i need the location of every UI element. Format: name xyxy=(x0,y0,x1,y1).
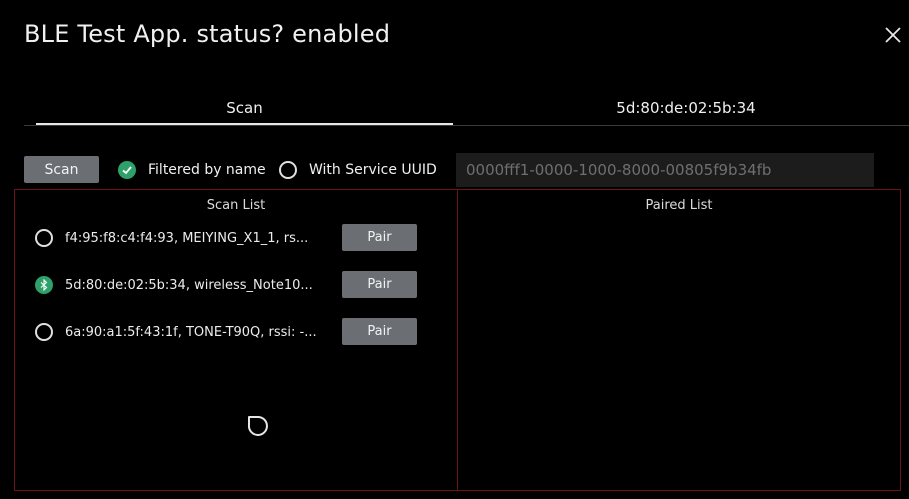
radio-empty-icon xyxy=(279,161,297,179)
tabs-divider xyxy=(24,125,909,126)
filtered-by-name-label: Filtered by name xyxy=(148,162,266,178)
check-circle-icon xyxy=(118,161,136,179)
tab-scan[interactable]: Scan xyxy=(36,99,453,117)
pair-button[interactable]: Pair xyxy=(342,271,417,298)
service-uuid-option[interactable]: With Service UUID xyxy=(279,160,437,180)
pair-button[interactable]: Pair xyxy=(342,318,417,345)
list-item[interactable]: 5d:80:de:02:5b:34, wireless_Note10... xyxy=(35,271,320,299)
paired-list-title: Paired List xyxy=(645,198,713,213)
device-label: 6a:90:a1:5f:43:1f, TONE-T90Q, rssi: -... xyxy=(65,324,317,340)
close-icon[interactable] xyxy=(884,26,902,44)
radio-empty-icon xyxy=(35,323,53,341)
service-uuid-input[interactable] xyxy=(456,153,874,187)
pair-button[interactable]: Pair xyxy=(342,224,417,251)
bluetooth-icon xyxy=(35,276,53,294)
active-tab-indicator xyxy=(36,123,453,125)
radio-empty-icon xyxy=(35,229,53,247)
paired-list-panel: Paired List xyxy=(457,189,901,491)
scan-button[interactable]: Scan xyxy=(24,156,99,183)
scan-list-title: Scan List xyxy=(206,198,266,213)
device-label: 5d:80:de:02:5b:34, wireless_Note10... xyxy=(65,277,313,293)
filtered-by-name-option[interactable]: Filtered by name xyxy=(118,160,266,180)
device-label: f4:95:f8:c4:f4:93, MEIYING_X1_1, rs... xyxy=(65,230,309,246)
service-uuid-label: With Service UUID xyxy=(309,162,437,178)
loading-spinner-icon xyxy=(247,415,268,436)
window-title: BLE Test App. status? enabled xyxy=(24,20,391,48)
scan-list-panel: Scan List f4:95:f8:c4:f4:93, MEIYING_X1_… xyxy=(14,189,458,491)
list-item[interactable]: f4:95:f8:c4:f4:93, MEIYING_X1_1, rs... xyxy=(35,224,320,252)
list-item[interactable]: 6a:90:a1:5f:43:1f, TONE-T90Q, rssi: -... xyxy=(35,318,320,346)
tab-device[interactable]: 5d:80:de:02:5b:34 xyxy=(453,99,909,117)
